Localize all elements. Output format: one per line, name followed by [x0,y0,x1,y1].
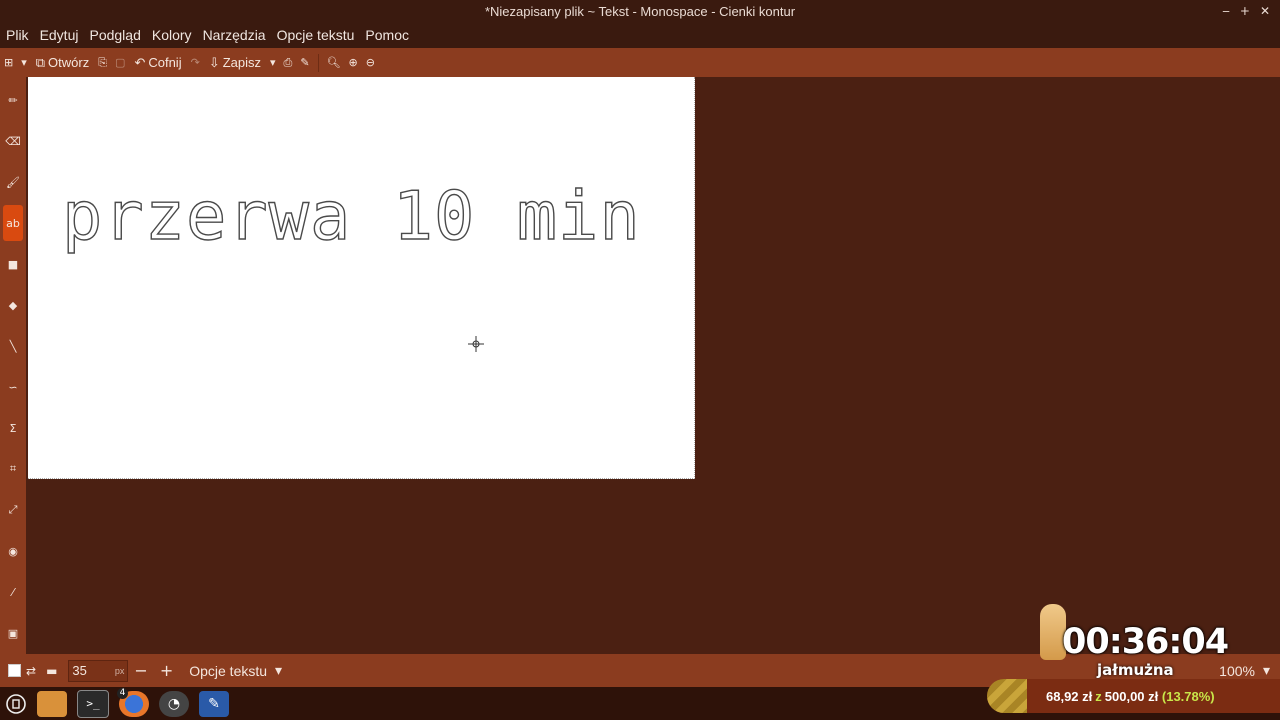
minimize-button[interactable]: ‒ [1222,4,1230,18]
select-tool-icon[interactable]: ▣ [3,615,23,651]
menu-edit[interactable]: Edytuj [34,27,84,43]
filters-tool-icon[interactable]: ◉ [3,533,23,569]
crosshair-cursor-icon [467,335,485,353]
undo-label: Cofnij [148,55,182,70]
open-button[interactable]: ⧉ Otwórz [31,48,94,77]
canvas-text-preview: przerwa 10 min [61,177,641,255]
title-bar: *Niezapisany plik ~ Tekst - Monospace - … [0,0,1280,22]
brush-tool-icon[interactable]: 🖌︎ [3,164,23,200]
canvas-area[interactable]: przerwa 10 min [26,77,1280,654]
new-image-icon[interactable]: ⊞ [0,56,17,69]
size-unit: px [114,665,125,676]
close-button[interactable]: ✕ [1260,4,1270,18]
free-shape-tool-icon[interactable]: Σ [3,410,23,446]
donation-current: 68,92 zł [1046,688,1093,704]
donation-text: 68,92 zł z 500,00 zł (13.78%) [1046,689,1215,704]
print-icon[interactable]: ⎙ [280,56,297,70]
undo-icon: ↶ [134,54,146,70]
obs-icon[interactable]: ◔ [159,690,189,717]
menu-bar: Plik Edytuj Podgląd Kolory Narzędzia Opc… [0,22,1280,48]
color-swatch[interactable] [8,664,21,677]
file-manager-icon[interactable] [37,690,67,717]
fill-tool-icon[interactable]: ◆ [3,287,23,323]
size-decrease-button[interactable]: − [128,661,153,680]
terminal-icon[interactable]: >_ [77,689,109,718]
toolbar-separator [317,53,319,72]
text-tool-icon[interactable]: ab [3,205,23,241]
donation-percent: (13.78%) [1161,688,1215,704]
eraser-tool-icon[interactable]: ⌫ [3,123,23,159]
rectangle-tool-icon[interactable]: ■ [3,246,23,282]
line-tool-icon[interactable]: ╲ [3,328,23,364]
zoom-in-icon[interactable]: ⊕ [345,56,362,69]
crop-tool-icon[interactable]: ⌗ [3,451,23,487]
app-launcher-icon[interactable] [5,691,27,717]
stream-overlay: 00:36:04 jałmużna [1040,600,1270,680]
donation-progress-bar: 68,92 zł z 500,00 zł (13.78%) [987,679,1280,713]
stream-timer: 00:36:04 [1062,622,1229,662]
drawing-app-icon[interactable]: ✎ [199,690,229,717]
image-properties-icon[interactable]: ✎ [296,56,313,69]
size-input[interactable]: 35 px [68,659,129,682]
swap-colors-icon[interactable]: ⇄ [21,664,41,678]
drawing-canvas[interactable]: przerwa 10 min [28,77,695,479]
window-controls: ‒ + ✕ [1222,0,1270,22]
donation-separator: z [1095,688,1102,704]
size-value: 35 [72,663,87,678]
open-label: Otwórz [48,55,90,70]
save-button[interactable]: ⇩ Zapisz [204,48,266,77]
menu-file[interactable]: Plik [0,27,34,43]
maximize-button[interactable]: + [1240,4,1250,18]
undo-button[interactable]: ↶ Cofnij [129,48,186,77]
menu-text-options[interactable]: Opcje tekstu [271,27,360,43]
copy-icon[interactable]: ▢ [111,56,129,69]
new-dropdown-icon[interactable]: ▾ [17,56,31,69]
open-icon: ⧉ [35,54,46,70]
donation-goal: 500,00 zł [1104,688,1159,704]
text-options-label: Opcje tekstu [189,662,268,679]
menu-view[interactable]: Podgląd [83,27,145,43]
window-title: *Niezapisany plik ~ Tekst - Monospace - … [484,3,796,19]
curve-tool-icon[interactable]: ∽ [3,369,23,405]
save-label: Zapisz [222,55,262,70]
menu-tools[interactable]: Narzędzia [197,27,271,43]
zoom-fit-icon[interactable]: 🔍︎ [323,56,345,69]
donation-label: jałmużna [1097,661,1174,679]
redo-icon[interactable]: ↷ [187,56,204,69]
tool-palette: ✏ ⌫ 🖌︎ ab ■ ◆ ╲ ∽ Σ ⌗ ⤢ ◉ ⁄ ▣ [0,77,26,654]
firefox-icon[interactable]: 4 [117,687,149,717]
donation-progress-fill [987,679,1027,713]
zoom-out-icon[interactable]: ⊖ [362,56,379,69]
paste-icon[interactable]: ⎘ [94,56,111,70]
firefox-window-count: 4 [117,687,128,699]
secondary-color-icon[interactable]: ▬ [41,664,62,678]
main-toolbar: ⊞ ▾ ⧉ Otwórz ⎘ ▢ ↶ Cofnij ↷ ⇩ Zapisz ▾ ⎙… [0,48,1280,77]
chevron-down-icon: ▾ [275,662,283,678]
save-icon: ⇩ [208,54,220,70]
color-picker-tool-icon[interactable]: ⁄ [3,574,23,610]
menu-help[interactable]: Pomoc [359,27,414,43]
size-increase-button[interactable]: + [154,661,179,680]
pencil-tool-icon[interactable]: ✏ [3,82,23,118]
save-dropdown-icon[interactable]: ▾ [266,56,280,69]
menu-colors[interactable]: Kolory [146,27,197,43]
scale-tool-icon[interactable]: ⤢ [3,492,23,528]
text-options-dropdown[interactable]: Opcje tekstu ▾ [183,662,288,679]
